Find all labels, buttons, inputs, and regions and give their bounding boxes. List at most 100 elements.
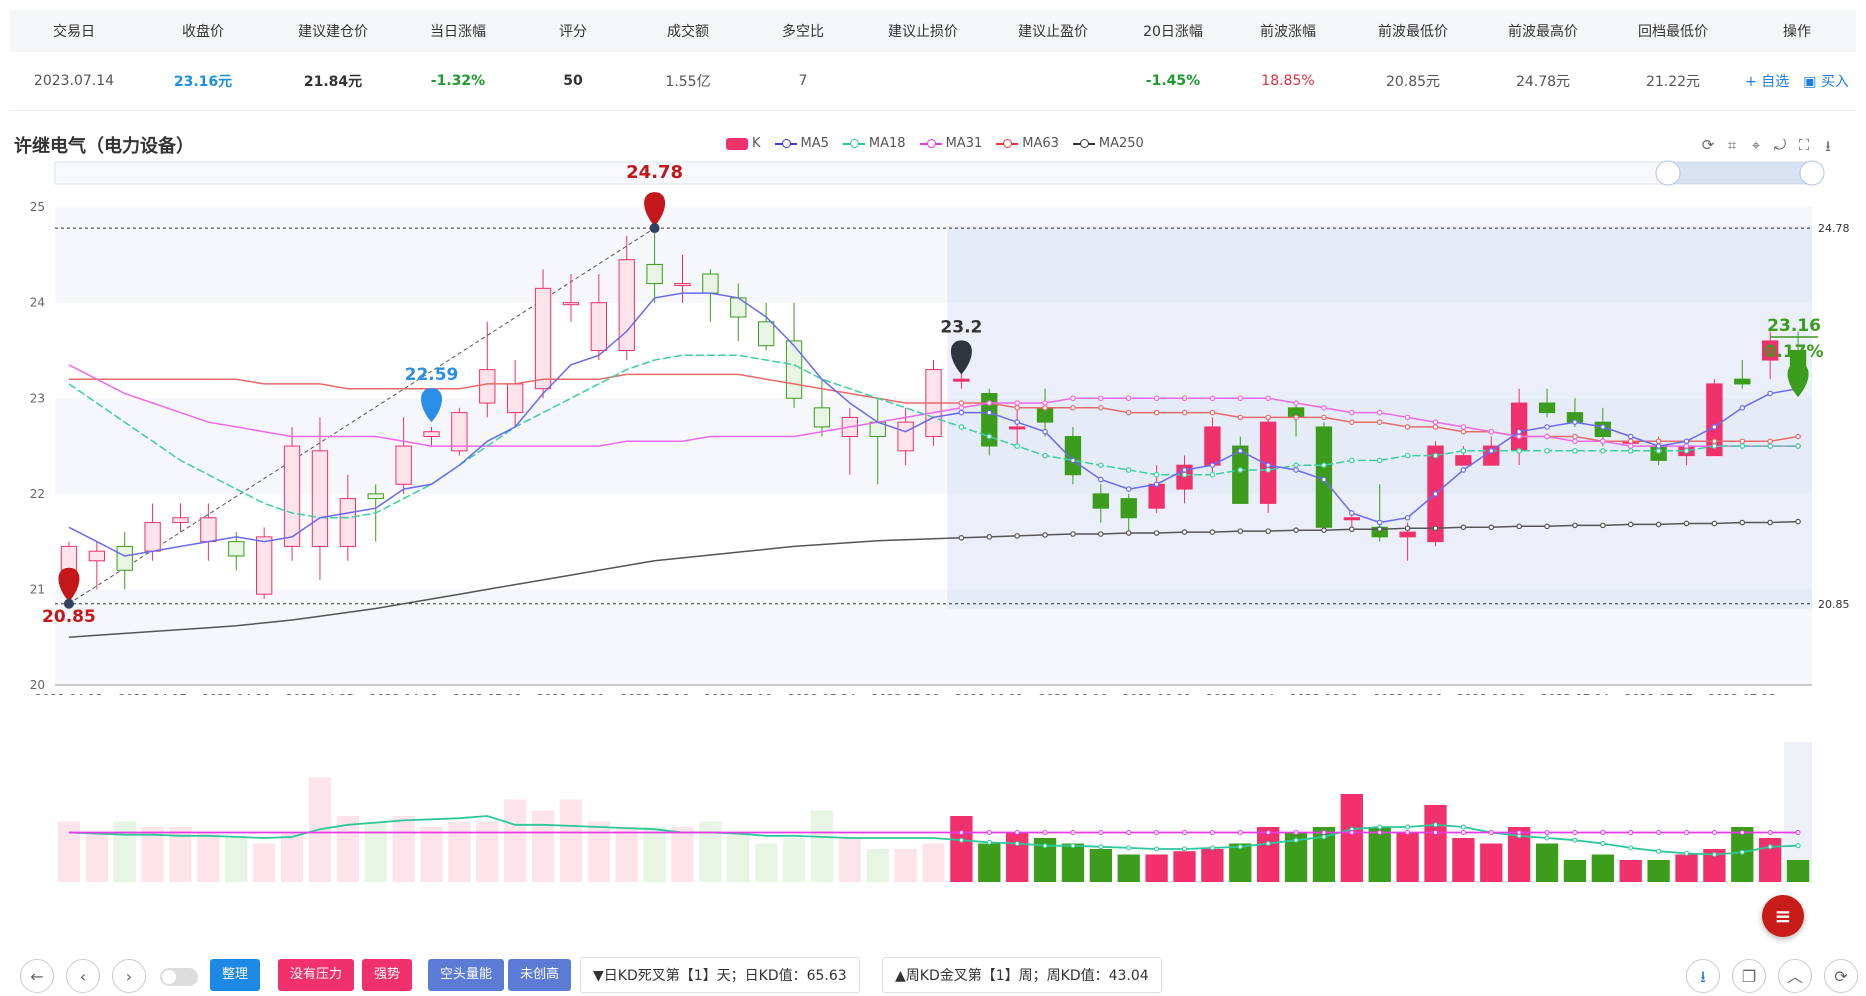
legend-item-ma5[interactable]: MA5 bbox=[774, 136, 829, 151]
first-button[interactable]: ← bbox=[20, 959, 54, 993]
menu-fab-button[interactable]: ≡ bbox=[1762, 895, 1804, 937]
volume-bar bbox=[950, 816, 973, 882]
ma63-line-point bbox=[1739, 438, 1746, 445]
volume-bar bbox=[1535, 843, 1559, 882]
header-label: 建议建仓价 bbox=[298, 24, 368, 40]
candle-body bbox=[172, 517, 189, 524]
ma5-line-point bbox=[1014, 419, 1020, 425]
legend-item-ma63[interactable]: MA63 bbox=[996, 136, 1059, 151]
ma18-line-point bbox=[1767, 443, 1773, 449]
ma18-line-point bbox=[1627, 448, 1634, 454]
reload-button[interactable]: ⟳ bbox=[1824, 959, 1858, 993]
volume-bar bbox=[1201, 849, 1224, 882]
ma250-line-point bbox=[1042, 532, 1048, 538]
close-price: 23.16元 bbox=[173, 74, 233, 90]
build-price: 21.84元 bbox=[303, 74, 363, 90]
ma18-line-point bbox=[1181, 471, 1188, 478]
volume-ma-long-line-point bbox=[1656, 830, 1662, 835]
ma250-line-point bbox=[1125, 530, 1132, 536]
candle-body bbox=[1120, 498, 1137, 519]
legend-item-ma250[interactable]: MA250 bbox=[1072, 136, 1144, 151]
legend-item-k[interactable]: K bbox=[726, 136, 761, 151]
change-20d: -1.45% bbox=[1145, 73, 1201, 89]
high-marker-label: 24.78 bbox=[626, 162, 683, 183]
volume-ma-short-line-point bbox=[1154, 846, 1160, 852]
legend-label: MA250 bbox=[1098, 136, 1144, 151]
header-label: 多空比 bbox=[782, 24, 824, 40]
ma18-line-point bbox=[986, 433, 993, 440]
highlight-region bbox=[947, 226, 1812, 609]
download-button[interactable]: ⭳ bbox=[1686, 959, 1720, 993]
status-tag[interactable]: 没有压力 bbox=[278, 959, 355, 991]
volume-ma-short-line-point bbox=[1321, 834, 1327, 840]
volume-ma-short-line-point bbox=[1098, 844, 1104, 850]
status-tag[interactable]: 强势 bbox=[362, 959, 413, 991]
candle-body bbox=[674, 283, 691, 287]
prev-button[interactable]: ‹ bbox=[66, 959, 100, 993]
volume-bar bbox=[420, 827, 443, 882]
status-tag[interactable]: 整理 bbox=[210, 959, 261, 991]
ma31-line-point bbox=[1404, 414, 1411, 421]
ma250-line-point bbox=[958, 535, 965, 541]
ma31-line-point bbox=[1432, 419, 1439, 425]
x-tick-label: 2023.06.26 bbox=[1373, 692, 1442, 695]
scroll-top-button[interactable]: ︿ bbox=[1778, 959, 1812, 993]
legend-item-ma31[interactable]: MA31 bbox=[919, 136, 982, 151]
candle-body bbox=[1538, 402, 1556, 414]
y-tick-label: 23 bbox=[30, 391, 45, 405]
ma31-line-point bbox=[1516, 433, 1522, 440]
ma5-line-point bbox=[1098, 476, 1104, 483]
candle-body bbox=[1343, 517, 1361, 521]
ma5-line-point bbox=[1544, 424, 1550, 430]
volume-bar bbox=[253, 843, 276, 882]
volume-ma-long-line-point bbox=[1154, 830, 1160, 835]
candle-body bbox=[590, 302, 608, 351]
legend-label: MA5 bbox=[800, 136, 829, 151]
status-tag[interactable]: 未创高 bbox=[508, 959, 572, 991]
volume-ma-long-line-point bbox=[1293, 830, 1299, 835]
ma18-line-point bbox=[1516, 448, 1522, 454]
ma31-line-point bbox=[1181, 395, 1188, 402]
ma5-line-point bbox=[1349, 510, 1355, 516]
volume-ma-long-line-point bbox=[1349, 830, 1355, 835]
candle-body bbox=[88, 550, 106, 562]
ma18-line-point bbox=[1265, 467, 1271, 473]
chevron-up-icon: ︿ bbox=[1786, 967, 1803, 986]
x-tick-label: 2023.05.29 bbox=[871, 692, 940, 695]
next-button[interactable]: › bbox=[112, 959, 146, 993]
x-tick-label: 2023.06.01 bbox=[955, 692, 1024, 695]
ma5-line-point bbox=[1627, 433, 1634, 440]
volume-ma-long-line-point bbox=[1098, 830, 1104, 835]
volume-ma-short-line-point bbox=[1767, 844, 1773, 850]
candle-body bbox=[255, 536, 273, 595]
reference-line-label: 20.85 bbox=[1818, 598, 1850, 611]
status-tag[interactable]: 空头量能 bbox=[428, 959, 505, 991]
candle-body bbox=[60, 545, 78, 571]
ma63-line-point bbox=[1432, 424, 1439, 430]
low-marker-label: 20.85 bbox=[42, 607, 96, 627]
volume-bar bbox=[364, 821, 387, 882]
ma250-line-point bbox=[1014, 533, 1020, 539]
legend-item-ma18[interactable]: MA18 bbox=[842, 136, 906, 151]
volume-bar bbox=[1061, 843, 1085, 882]
ma18-line-point bbox=[1153, 471, 1160, 478]
add-watchlist-button[interactable]: + 自选 bbox=[1745, 71, 1789, 91]
candle-body bbox=[1455, 455, 1472, 466]
volume-bar bbox=[113, 821, 136, 882]
candle-body bbox=[953, 378, 970, 382]
candlestick-chart[interactable]: 20 21 22 23 24 25 2023.04.12 2023.04.17 2023.04.… bbox=[0, 150, 1866, 695]
legend-label: MA63 bbox=[1022, 136, 1059, 151]
ma5-line-point bbox=[1376, 519, 1383, 526]
volume-ma-long-line-point bbox=[986, 830, 992, 835]
ma250-line-point bbox=[1070, 531, 1076, 537]
buy-button[interactable]: ▣ 买入 bbox=[1803, 71, 1849, 91]
ma63-line-point bbox=[1321, 414, 1327, 421]
header-label: 回档最低价 bbox=[1638, 24, 1708, 40]
volume-bar bbox=[1619, 860, 1642, 882]
volume-bar bbox=[1563, 860, 1587, 882]
candle-body bbox=[1092, 493, 1110, 509]
toggle-switch[interactable] bbox=[160, 968, 198, 986]
copy-button[interactable]: ❐ bbox=[1732, 959, 1766, 993]
ma31-line-point bbox=[1153, 395, 1160, 402]
ma18-line-point bbox=[1125, 467, 1132, 473]
